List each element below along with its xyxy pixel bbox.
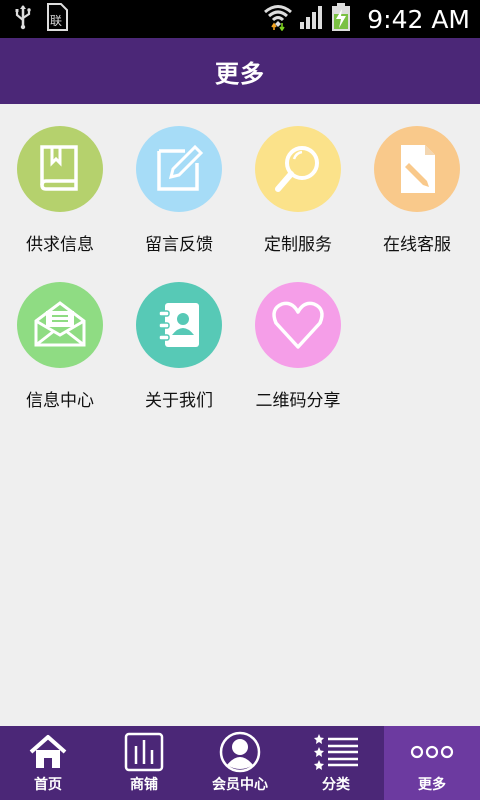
tile-custom-service[interactable]: 定制服务 — [238, 104, 358, 260]
document-edit-icon — [374, 126, 460, 212]
sim-card-icon: 联 — [46, 3, 68, 35]
status-time: 9:42 AM — [367, 4, 470, 34]
book-icon — [17, 126, 103, 212]
nav-item-member-center[interactable]: 会员中心 — [192, 726, 288, 800]
more-dots-icon — [384, 730, 480, 774]
tile-qr-share[interactable]: 二维码分享 — [238, 260, 358, 416]
nav-item-shop[interactable]: 商铺 — [96, 726, 192, 800]
contacts-icon — [136, 282, 222, 368]
tile-label: 二维码分享 — [255, 391, 341, 411]
tile-online-support[interactable]: 在线客服 — [357, 104, 477, 260]
wifi-icon — [263, 3, 293, 35]
battery-charging-icon — [331, 2, 351, 36]
page-title: 更多 — [215, 59, 265, 88]
tile-label: 留言反馈 — [145, 235, 213, 255]
bottom-nav: 首页 商铺 会员中心 分类 更多 — [0, 726, 480, 800]
usb-icon — [14, 4, 32, 34]
nav-label: 首页 — [34, 777, 62, 793]
tile-supply-demand[interactable]: 供求信息 — [0, 104, 120, 260]
nav-label: 分类 — [322, 777, 350, 793]
svg-text:联: 联 — [50, 14, 62, 28]
page-header: 更多 — [0, 38, 480, 104]
edit-icon — [136, 126, 222, 212]
status-bar: 联 9:42 AM — [0, 0, 480, 38]
nav-item-more[interactable]: 更多 — [384, 726, 480, 800]
tile-label: 信息中心 — [26, 391, 94, 411]
tile-label: 在线客服 — [383, 235, 451, 255]
member-icon — [192, 730, 288, 774]
tile-message-center[interactable]: 信息中心 — [0, 260, 120, 416]
nav-item-home[interactable]: 首页 — [0, 726, 96, 800]
category-list-icon — [288, 730, 384, 774]
tile-label: 关于我们 — [145, 391, 213, 411]
search-icon — [255, 126, 341, 212]
heart-icon — [255, 282, 341, 368]
shop-icon — [96, 730, 192, 774]
tile-feedback[interactable]: 留言反馈 — [119, 104, 239, 260]
nav-item-category[interactable]: 分类 — [288, 726, 384, 800]
envelope-icon — [17, 282, 103, 368]
nav-label: 更多 — [418, 777, 446, 793]
tile-label: 供求信息 — [26, 235, 94, 255]
nav-label: 会员中心 — [212, 777, 268, 793]
home-icon — [0, 730, 96, 774]
nav-label: 商铺 — [130, 777, 158, 793]
tile-about-us[interactable]: 关于我们 — [119, 260, 239, 416]
tile-label: 定制服务 — [264, 235, 332, 255]
signal-icon — [299, 4, 325, 34]
